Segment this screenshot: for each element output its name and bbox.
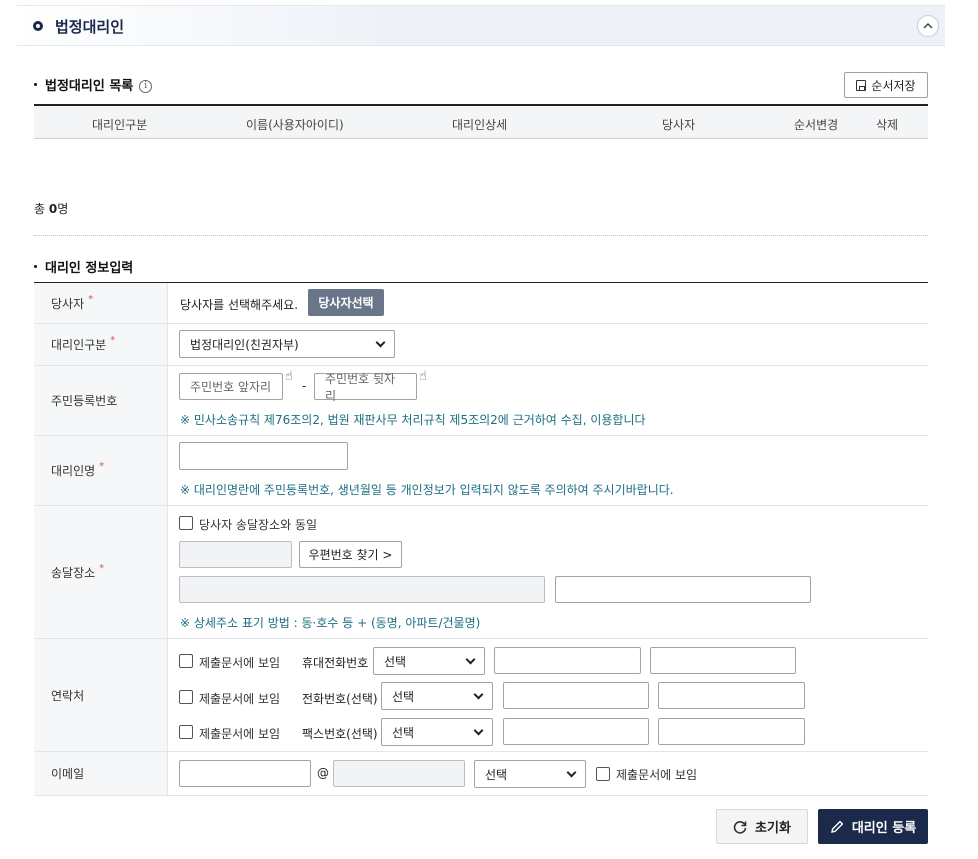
chevron-down-icon [473,725,484,735]
show-email-checkbox[interactable] [596,767,610,781]
separator: - [302,379,307,393]
phone-label: 전화번호(선택) [302,692,378,706]
refresh-icon [733,820,747,834]
address-input [179,576,545,603]
column-header: 삭제 [876,118,899,132]
agent-name-input[interactable] [179,442,348,470]
agent-info-form: 당사자 * 당사자를 선택해주세요. 당사자선택 대리인구분 * 법정대리인(친권자… [34,282,928,796]
detail-address-input[interactable] [555,576,811,603]
resident-number-row: 주민등록번호 주민번호 앞자리 ☝ - 주민번호 뒷자리 ☝ ※ 민사소송규칙 … [34,366,928,436]
section-title: 법정대리인 [55,18,125,36]
phone-last-input[interactable] [658,682,805,709]
column-header: 당사자 [662,118,696,132]
email-domain-select[interactable]: 선택 [474,760,586,788]
fax-last-input[interactable] [658,718,805,745]
mobile-last-input[interactable] [650,647,796,674]
total-count: 총 0명 [34,202,69,216]
show-in-document-label: 제출문서에 보임 [199,692,281,706]
party-row: 당사자 * 당사자를 선택해주세요. 당사자선택 [34,283,928,324]
resident-number-note: ※ 민사소송규칙 제76조의2, 법원 재판사무 처리규칙 제5조의2에 근거하… [180,413,646,427]
show-fax-checkbox[interactable] [179,725,193,739]
show-in-document-label: 제출문서에 보임 [199,656,281,670]
chevron-down-icon [473,689,484,699]
email-domain-input [333,760,465,787]
at-sign: @ [317,766,329,780]
chevron-down-icon [566,767,577,777]
show-mobile-checkbox[interactable] [179,654,193,668]
register-agent-button[interactable]: 대리인 등록 [818,809,928,844]
fax-prefix-select[interactable]: 선택 [381,718,493,746]
section-header: 법정대리인 [17,5,945,46]
mobile-middle-input[interactable] [494,647,641,674]
agent-type-select[interactable]: 법정대리인(친권자부) [179,330,395,358]
party-label: 당사자 * [34,283,168,323]
find-zipcode-button[interactable]: 우편번호 찾기 > [299,541,402,568]
email-id-input[interactable] [179,760,311,787]
chevron-down-icon [465,654,476,664]
same-as-party-label: 당사자 송달장소와 동일 [199,518,318,532]
divider [34,235,928,236]
agent-list-table-header: 대리인구분 이름(사용자아이디) 대리인상세 당사자 순서변경 삭제 [34,104,928,139]
pencil-icon [830,820,844,833]
pointer-icon: ☝ [419,369,427,384]
column-header: 대리인상세 [452,118,508,132]
show-in-document-label: 제출문서에 보임 [199,727,281,741]
circle-bullet-icon [33,21,43,31]
list-title: 법정대리인 목록 i [34,75,153,94]
email-label: 이메일 [34,752,168,795]
order-save-button[interactable]: 순서저장 [844,72,928,98]
mobile-prefix-select[interactable]: 선택 [373,647,485,675]
agent-name-note: ※ 대리인명란에 주민등록번호, 생년월일 등 개인정보가 입력되지 않도록 주… [180,483,674,497]
show-in-document-label: 제출문서에 보임 [616,768,698,782]
agent-name-label: 대리인명 * [34,436,168,505]
info-icon[interactable]: i [139,80,153,93]
resident-front-input[interactable]: 주민번호 앞자리 [179,373,283,400]
save-icon [856,79,867,91]
chevron-up-icon[interactable] [917,15,939,37]
phone-prefix-select[interactable]: 선택 [381,682,493,710]
resident-number-label: 주민등록번호 [34,366,168,435]
reset-button[interactable]: 초기화 [716,809,808,844]
column-header: 대리인구분 [92,118,148,132]
zipcode-input [179,541,292,568]
agent-name-row: 대리인명 * ※ 대리인명란에 주민등록번호, 생년월일 등 개인정보가 입력되지… [34,436,928,506]
delivery-label: 송달장소 * [34,506,168,638]
phone-middle-input[interactable] [503,682,649,709]
party-placeholder-text: 당사자를 선택해주세요. [180,298,299,312]
contact-label: 연락처 [34,639,168,751]
mobile-phone-label: 휴대전화번호 [302,656,369,670]
column-header: 순서변경 [794,118,839,132]
agent-type-label: 대리인구분 * [34,324,168,365]
delivery-row: 송달장소 * 당사자 송달장소와 동일 우편번호 찾기 > ※ 상세주소 표기 방… [34,506,928,639]
form-title: 대리인 정보입력 [34,257,133,276]
address-format-note: ※ 상세주소 표기 방법 : 동·호수 등 + (동명, 아파트/건물명) [180,616,481,630]
chevron-down-icon [375,337,386,347]
column-header: 이름(사용자아이디) [246,118,344,132]
same-as-party-checkbox[interactable] [179,516,193,530]
email-row: 이메일 @ 선택 제출문서에 보임 [34,752,928,796]
fax-label: 팩스번호(선택) [302,727,378,741]
show-phone-checkbox[interactable] [179,690,193,704]
agent-type-row: 대리인구분 * 법정대리인(친권자부) [34,324,928,366]
fax-middle-input[interactable] [503,718,649,745]
pointer-icon: ☝ [285,369,293,384]
resident-back-input[interactable]: 주민번호 뒷자리 [314,372,417,403]
contact-row: 연락처 제출문서에 보임 휴대전화번호 선택 제출문서에 보임 전화번호(선택)… [34,639,928,752]
select-party-button[interactable]: 당사자선택 [308,289,384,316]
